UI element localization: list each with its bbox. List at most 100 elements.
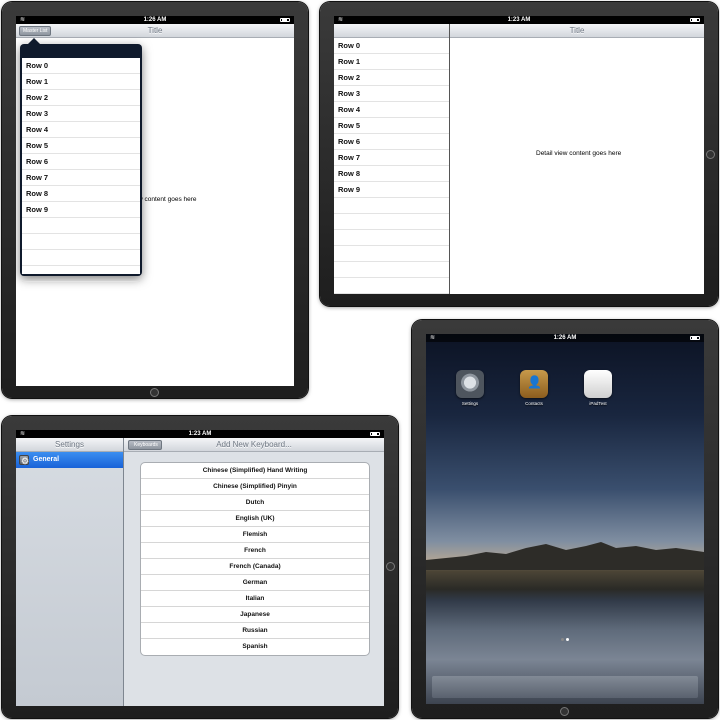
status-bar: ≋ 1:23 AM — [334, 16, 704, 24]
nav-title: Title — [147, 26, 163, 35]
empty-row — [22, 218, 140, 234]
keyboard-option[interactable]: Spanish — [141, 639, 369, 655]
empty-row — [22, 234, 140, 250]
keyboard-option[interactable]: Italian — [141, 591, 369, 607]
home-button[interactable] — [150, 388, 159, 397]
popover-arrow — [28, 38, 40, 44]
settings-icon — [456, 370, 484, 398]
keyboard-option[interactable]: French — [141, 543, 369, 559]
table-row[interactable]: Row 8 — [22, 186, 140, 202]
app-label: iPadTest — [589, 401, 607, 406]
detail-content-text: Detail view content goes here — [536, 150, 622, 157]
table-row[interactable]: Row 0 — [334, 38, 449, 54]
status-time: 1:23 AM — [188, 431, 212, 437]
ipad-settings-device: ≋ 1:23 AM Settings General Keyboards Add… — [2, 416, 398, 718]
mountain-silhouette — [426, 542, 704, 570]
sidebar-item-label: General — [33, 456, 60, 463]
keyboard-option[interactable]: Chinese (Simplified) Pinyin — [141, 479, 369, 495]
empty-row — [22, 250, 140, 266]
page-dot-active — [566, 638, 569, 641]
keyboard-option[interactable]: French (Canada) — [141, 559, 369, 575]
table-row[interactable]: Row 3 — [334, 86, 449, 102]
empty-row — [334, 230, 449, 246]
page-dot — [561, 638, 564, 641]
status-bar: ≋ 1:23 AM — [16, 430, 384, 438]
nav-title: Title — [569, 26, 585, 35]
table-row[interactable]: Row 6 — [22, 154, 140, 170]
wifi-icon: ≋ — [20, 17, 26, 23]
table-row[interactable]: Row 2 — [334, 70, 449, 86]
empty-row — [334, 214, 449, 230]
keyboard-option[interactable]: Russian — [141, 623, 369, 639]
table-row[interactable]: Row 9 — [22, 202, 140, 218]
keyboard-option[interactable]: Chinese (Simplified) Hand Writing — [141, 463, 369, 479]
table-row[interactable]: Row 3 — [22, 106, 140, 122]
battery-icon — [370, 432, 380, 436]
table-row[interactable]: Row 4 — [334, 102, 449, 118]
detail-pane: Title Detail view content goes here — [450, 24, 704, 294]
keyboard-pane: Keyboards Add New Keyboard... Chinese (S… — [124, 438, 384, 706]
detail-content-text: w content goes here — [138, 196, 197, 203]
nav-bar: Master List Title — [16, 24, 294, 38]
detail-nav-bar: Title — [450, 24, 704, 38]
table-row[interactable]: Row 5 — [334, 118, 449, 134]
wifi-icon: ≋ — [430, 335, 436, 341]
table-row[interactable]: Row 7 — [22, 170, 140, 186]
ipad-home-screen: ≋ 1:26 AM Settings Contacts iPadTest — [426, 334, 704, 704]
table-row[interactable]: Row 9 — [334, 182, 449, 198]
keyboard-list: Chinese (Simplified) Hand Writing Chinese… — [140, 462, 370, 656]
master-pane: Row 0 Row 1 Row 2 Row 3 Row 4 Row 5 Row 6 Row 7… — [334, 24, 450, 294]
empty-row — [334, 198, 449, 214]
table-row[interactable]: Row 2 — [22, 90, 140, 106]
master-nav-bar — [334, 24, 449, 38]
empty-row — [334, 262, 449, 278]
sidebar-item-general[interactable]: General — [16, 452, 123, 469]
keyboard-option[interactable]: Flemish — [141, 527, 369, 543]
keyboard-option[interactable]: Dutch — [141, 495, 369, 511]
battery-icon — [280, 18, 290, 22]
settings-sidebar: Settings General — [16, 438, 124, 706]
empty-row — [334, 278, 449, 294]
app-ipadtest[interactable]: iPadTest — [584, 370, 612, 406]
keyboards-back-button[interactable]: Keyboards — [128, 440, 162, 450]
contacts-icon — [520, 370, 548, 398]
status-time: 1:23 AM — [507, 17, 531, 23]
keyboard-option[interactable]: German — [141, 575, 369, 591]
ipad-popover-device: ≋ 1:26 AM Master List Title w content go… — [2, 2, 308, 398]
empty-row — [334, 246, 449, 262]
table-row[interactable]: Row 1 — [22, 74, 140, 90]
popover-table: Row 0 Row 1 Row 2 Row 3 Row 4 Row 5 Row 6 Row 7… — [22, 58, 140, 282]
home-button[interactable] — [706, 150, 715, 159]
ipad-settings-screen: ≋ 1:23 AM Settings General Keyboards Add… — [16, 430, 384, 706]
table-row[interactable]: Row 1 — [334, 54, 449, 70]
keyboard-option[interactable]: English (UK) — [141, 511, 369, 527]
table-row[interactable]: Row 5 — [22, 138, 140, 154]
master-list-popover: Row 0 Row 1 Row 2 Row 3 Row 4 Row 5 Row 6 Row 7… — [20, 38, 142, 282]
keyboard-option[interactable]: Japanese — [141, 607, 369, 623]
master-list-button[interactable]: Master List — [19, 26, 52, 36]
status-bar: ≋ 1:26 AM — [16, 16, 294, 24]
master-table: Row 0 Row 1 Row 2 Row 3 Row 4 Row 5 Row 6 Row 7… — [334, 38, 449, 294]
ipad-split-screen: ≋ 1:23 AM Row 0 Row 1 Row 2 Row 3 Row 4 Row 5… — [334, 16, 704, 294]
wifi-icon: ≋ — [20, 431, 26, 437]
page-indicator[interactable] — [560, 628, 570, 646]
home-button[interactable] — [560, 707, 569, 716]
ipad-popover-screen: ≋ 1:26 AM Master List Title w content go… — [16, 16, 294, 386]
nav-title: Add New Keyboard... — [216, 440, 292, 449]
app-settings[interactable]: Settings — [456, 370, 484, 406]
wifi-icon: ≋ — [338, 17, 344, 23]
table-row[interactable]: Row 7 — [334, 150, 449, 166]
app-label: Contacts — [525, 401, 543, 406]
empty-row — [22, 266, 140, 282]
status-bar: ≋ 1:26 AM — [426, 334, 704, 342]
home-button[interactable] — [386, 562, 395, 571]
ipad-home-device: ≋ 1:26 AM Settings Contacts iPadTest — [412, 320, 718, 718]
app-label: Settings — [461, 401, 479, 406]
table-row[interactable]: Row 0 — [22, 58, 140, 74]
battery-icon — [690, 18, 700, 22]
table-row[interactable]: Row 8 — [334, 166, 449, 182]
status-time: 1:26 AM — [143, 17, 167, 23]
table-row[interactable]: Row 6 — [334, 134, 449, 150]
table-row[interactable]: Row 4 — [22, 122, 140, 138]
app-contacts[interactable]: Contacts — [520, 370, 548, 406]
